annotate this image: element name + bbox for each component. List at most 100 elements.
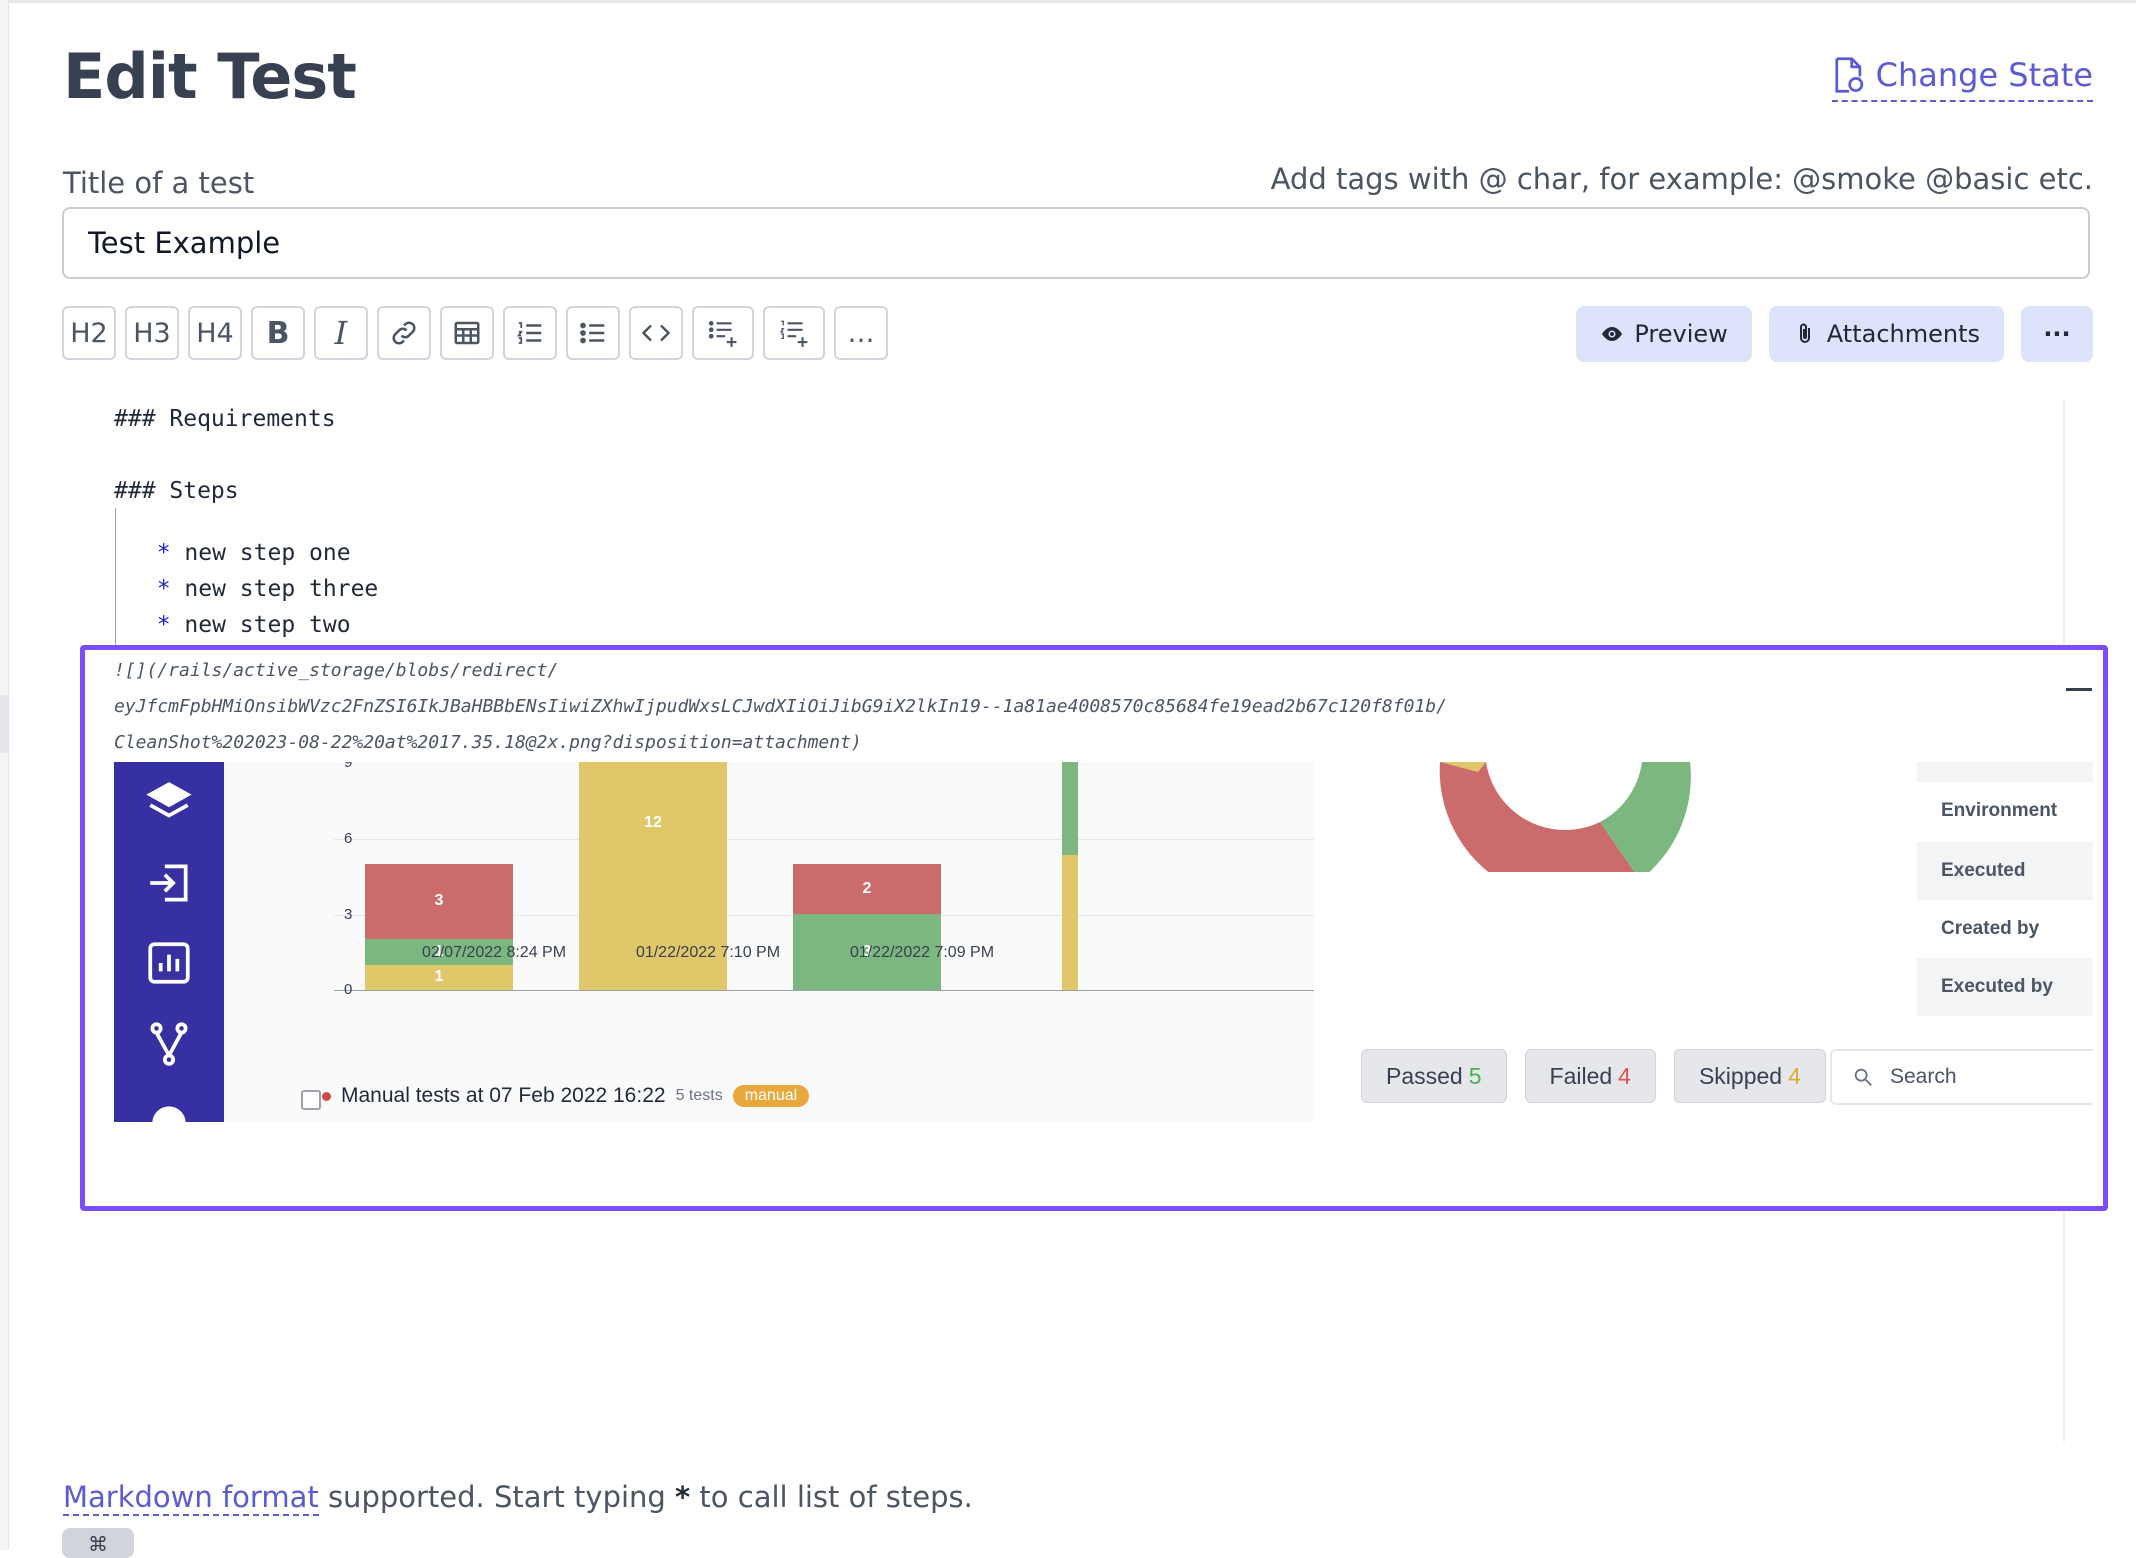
preview-label: Preview	[1634, 320, 1728, 348]
x-tick-label: 01/22/2022 7:09 PM	[849, 944, 995, 961]
x-tick-label: 02/07/2022 8:24 PM	[421, 944, 567, 961]
steps-heading: ### Steps	[114, 478, 239, 504]
image-markdown-line: eyJfcmFpbHMiOnsibWVzc2FnZSI6IkJBaHBBbENs…	[114, 696, 1447, 717]
run-info-panel: Environment Executed Created by Executed…	[1917, 762, 2093, 1022]
sidebar-resize-handle[interactable]	[0, 695, 8, 753]
bullet-list-plus-icon	[708, 320, 737, 347]
editor-actions: Preview Attachments ···	[1576, 306, 2093, 362]
bar-segment: 1	[365, 964, 513, 990]
attachments-label: Attachments	[1826, 320, 1980, 348]
code-button[interactable]	[629, 306, 683, 360]
editor-toolbar: H2 H3 H4 B I …	[62, 306, 888, 360]
eye-icon	[1602, 327, 1623, 341]
step-bullet: *	[156, 612, 171, 638]
bullet-list-icon	[580, 322, 605, 344]
document-refresh-icon	[1835, 57, 1863, 93]
filter-count: 4	[1788, 1062, 1801, 1089]
change-state-link[interactable]: Change State	[1831, 56, 2093, 102]
more-formatting-button[interactable]: …	[834, 306, 888, 360]
paperclip-icon	[1799, 323, 1810, 343]
import-icon	[150, 864, 188, 902]
run-count: 5 tests	[675, 1087, 723, 1104]
search-placeholder: Search	[1890, 1065, 1957, 1088]
page-title: Edit Test	[63, 40, 357, 113]
italic-label: I	[334, 314, 348, 352]
add-bullet-step-button[interactable]	[692, 306, 754, 360]
env-item: Executed by	[1917, 958, 2093, 1016]
y-tick-label: 0	[344, 981, 353, 998]
more-actions-button[interactable]: ···	[2021, 306, 2093, 362]
search-icon	[1854, 1068, 1872, 1086]
link-button[interactable]	[377, 306, 431, 360]
env-item: Executed	[1917, 842, 2093, 900]
bar-segment: 2	[793, 863, 941, 915]
env-item: Created by	[1941, 918, 2040, 939]
filter-count: 4	[1618, 1062, 1631, 1089]
ordered-list-button[interactable]	[503, 306, 557, 360]
run-row: Manual tests at 07 Feb 2022 16:22 5 test…	[322, 1084, 810, 1108]
title-input[interactable]	[62, 207, 2090, 279]
add-ordered-step-button[interactable]	[763, 306, 825, 360]
filter-count: 5	[1468, 1062, 1482, 1089]
attachments-button[interactable]: Attachments	[1768, 306, 2004, 362]
code-icon	[641, 324, 671, 342]
panel-header-strip	[1917, 762, 2093, 782]
bold-button[interactable]: B	[251, 306, 305, 360]
change-state-label: Change State	[1875, 56, 2093, 94]
image-markdown-line: ![](/rails/active_storage/blobs/redirect…	[114, 660, 559, 681]
ordered-list-plus-icon	[779, 320, 808, 347]
donut-label: 30.8%	[1540, 809, 1585, 826]
markdown-hint: Markdown format supported. Start typing …	[63, 1480, 973, 1516]
branch-icon	[150, 1022, 188, 1066]
donut-chart: 30.8%	[1439, 762, 1691, 872]
failed-filter: Failed 4	[1524, 1049, 1656, 1103]
layers-icon	[146, 782, 192, 818]
step-text: new step two	[184, 612, 351, 638]
partial-bar-segment	[1062, 855, 1078, 990]
run-title: Manual tests at 07 Feb 2022 16:22	[341, 1084, 666, 1107]
env-item: Environment	[1941, 800, 2058, 821]
preview-button[interactable]: Preview	[1576, 306, 1752, 362]
status-filters: Passed 5 Failed 4 Skipped 4	[1361, 1049, 1826, 1103]
y-tick-label: 6	[344, 830, 353, 847]
gridline	[334, 839, 1314, 840]
run-badge: manual	[732, 1085, 810, 1107]
command-key-chip[interactable]: ⌘	[62, 1528, 134, 1558]
table-icon	[454, 321, 480, 345]
chart-area: 9 6 3 0 1 1 3 12 3 2 02/07/2022 8:24 PM …	[224, 762, 1314, 1122]
x-axis	[334, 990, 1314, 991]
left-sidebar-edge	[0, 0, 9, 1550]
top-border	[0, 0, 2136, 3]
embedded-sidebar	[114, 762, 224, 1122]
hint-text: supported. Start typing	[318, 1480, 676, 1514]
steps-gutter	[115, 508, 116, 650]
image-markdown-line: CleanShot%202023-08-22%20at%2017.35.18@2…	[114, 732, 862, 753]
run-status-dot	[322, 1091, 331, 1101]
tags-hint: Add tags with @ char, for example: @smok…	[1270, 162, 2093, 196]
step-line: * new step two	[129, 586, 351, 638]
italic-button[interactable]: I	[314, 306, 368, 360]
hint-text: to call list of steps.	[690, 1480, 973, 1514]
filter-label: Passed	[1386, 1062, 1463, 1089]
y-tick-label: 9	[344, 762, 353, 771]
bullet-list-button[interactable]	[566, 306, 620, 360]
passed-filter: Passed 5	[1361, 1049, 1507, 1103]
title-label: Title of a test	[63, 166, 255, 200]
h4-button[interactable]: H4	[188, 306, 242, 360]
embedded-search: Search	[1830, 1049, 2093, 1105]
markdown-format-link[interactable]: Markdown format	[63, 1480, 319, 1516]
table-button[interactable]	[440, 306, 494, 360]
bold-label: B	[266, 315, 290, 351]
h3-button[interactable]: H3	[125, 306, 179, 360]
run-checkbox	[301, 1090, 321, 1110]
skipped-filter: Skipped 4	[1673, 1049, 1826, 1103]
bar-segment: 3	[365, 863, 513, 940]
filter-label: Failed	[1549, 1062, 1613, 1089]
x-tick-label: 01/22/2022 7:10 PM	[635, 944, 781, 961]
requirements-heading: ### Requirements	[114, 406, 336, 432]
gear-icon	[152, 1106, 186, 1122]
h2-button[interactable]: H2	[62, 306, 116, 360]
filter-label: Skipped	[1698, 1062, 1783, 1089]
hint-star: *	[675, 1480, 691, 1514]
collapse-image-button[interactable]	[2066, 688, 2092, 691]
